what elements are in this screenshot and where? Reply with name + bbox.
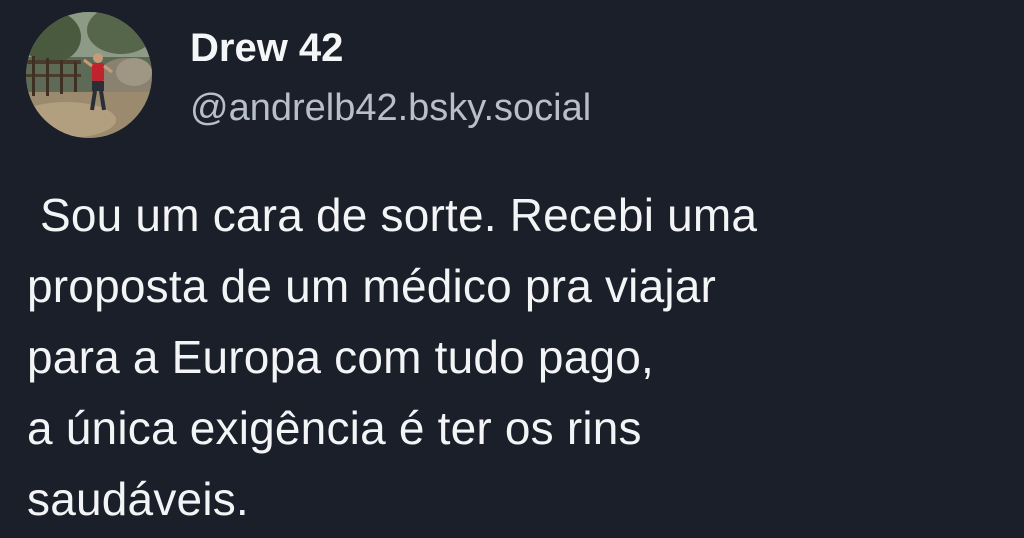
post-text-line: proposta de um médico pra viajar [27,260,717,312]
author-handle[interactable]: @andrelb42.bsky.social [190,86,591,130]
post-text-line: Sou um cara de sorte. Recebi uma [27,189,758,241]
post-text-line: a única exigência é ter os rins [27,402,642,454]
post-text-line: saudáveis. [27,473,249,525]
avatar[interactable] [26,12,152,138]
author-display-name[interactable]: Drew 42 [190,24,343,72]
post-card: Drew 42 @andrelb42.bsky.social Sou um ca… [0,0,1024,538]
post-text: Sou um cara de sorte. Recebi uma propost… [27,180,1007,535]
profile-photo-icon [26,12,152,138]
post-text-line: para a Europa com tudo pago, [27,331,655,383]
